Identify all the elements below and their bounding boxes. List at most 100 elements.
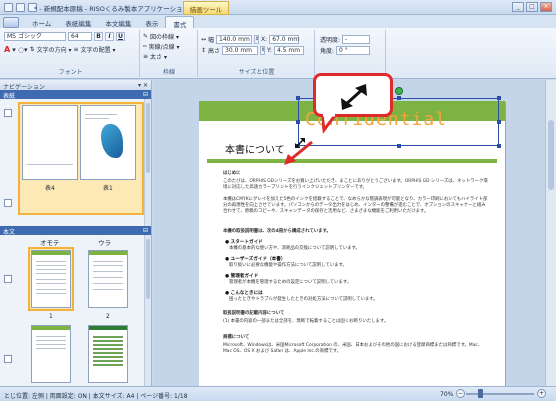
tab-home[interactable]: ホーム <box>25 16 58 28</box>
bullet-start-guide-text: 本機の基本的な使い方や、消耗品の交換について説明しています。 <box>229 246 360 251</box>
undo-icon[interactable] <box>16 3 25 12</box>
underline-button[interactable]: U <box>116 32 125 41</box>
rotate-handle[interactable] <box>395 87 403 95</box>
collapse-icon-body[interactable]: ⊟ <box>143 227 148 234</box>
paragraph-2: 本機はCMYKにグレイを加えた5色のインクを搭載することで、なめらかな階調表現が… <box>223 197 488 214</box>
cover-section-label: 表紙 <box>3 93 16 100</box>
cover-section-header: 表紙 ⊟ <box>0 90 151 100</box>
resize-handle-w[interactable] <box>296 120 300 124</box>
save-icon[interactable] <box>4 3 13 12</box>
zoom-in-icon[interactable]: + <box>537 389 546 398</box>
bullet-troubleshoot: ● こんなときには <box>225 291 263 296</box>
width-input[interactable]: 140.0 mm <box>216 35 253 44</box>
x-label: X: <box>261 36 268 43</box>
shape-outline-button[interactable]: 図の枠線 ▾ <box>150 32 179 41</box>
resize-handle-n[interactable] <box>397 96 401 100</box>
text-align-icon: ≡ <box>73 46 79 53</box>
height-icon: ↕ <box>201 47 207 54</box>
transparency-select[interactable]: - <box>342 35 371 44</box>
minimize-icon[interactable]: _ <box>512 2 524 12</box>
front-column-title: オモテ <box>40 239 60 247</box>
resize-handle-ne[interactable] <box>497 96 501 100</box>
width-spinner[interactable]: ⇕ <box>254 35 259 44</box>
bullet-start-guide: ● スタートガイド <box>225 240 263 245</box>
bold-button[interactable]: B <box>94 32 103 41</box>
page-3-checkbox[interactable] <box>4 355 12 363</box>
resize-cursor-icon <box>295 138 305 148</box>
body-section-header: 本文 ⊟ <box>0 226 151 236</box>
cover-front-thumbnail[interactable] <box>80 105 136 180</box>
angle-input[interactable]: 0 ° <box>336 46 371 55</box>
cover-scrollbar[interactable] <box>144 99 151 226</box>
transparency-group: 透明度: - 角度: 0 ° <box>316 30 386 77</box>
close-icon[interactable]: × <box>540 2 552 12</box>
page-label-2: 2 <box>106 313 110 320</box>
window-controls: _ □ × <box>512 2 552 12</box>
cover-label-back: 表4 <box>45 185 55 192</box>
highlight-icon[interactable]: ▾ ◌▾ <box>12 46 27 54</box>
size-position-group-label: サイズと位置 <box>238 69 275 76</box>
font-group: MS ゴシック 64 B I U A ▾ ◌▾ ⇅ 文字の方向 ▾ ≡ 文字の配… <box>2 30 140 77</box>
page-2-thumbnail[interactable] <box>88 250 128 308</box>
cover-checkbox[interactable] <box>4 109 12 117</box>
quick-access-toolbar <box>4 3 37 12</box>
x-position-input[interactable]: 67.0 mm <box>269 35 300 44</box>
dash-style-button[interactable]: 実線/点線 ▾ <box>149 42 180 51</box>
cover-label-front: 表1 <box>103 185 113 192</box>
border-group: ✎ 図の枠線 ▾ ┅ 実線/点線 ▾ ≡ 太さ ▾ 枠線 <box>141 30 198 77</box>
page-1-thumbnail[interactable] <box>31 250 71 308</box>
zoom-slider[interactable] <box>466 393 534 395</box>
resize-handle-s[interactable] <box>397 144 401 148</box>
line-weight-button[interactable]: 太さ ▾ <box>150 52 167 61</box>
app-menu-button[interactable] <box>3 17 19 28</box>
maximize-icon[interactable]: □ <box>526 2 538 12</box>
cover-back-thumbnail[interactable] <box>22 105 78 180</box>
bullet-admin-guide: ● 管理者ガイド <box>225 274 259 279</box>
workspace-vertical-scrollbar[interactable] <box>545 80 556 386</box>
tab-cover-edit[interactable]: 表紙編集 <box>58 16 98 28</box>
height-input[interactable]: 30.0 mm <box>222 46 259 55</box>
height-spinner[interactable]: ⇕ <box>260 46 265 55</box>
navigation-title: ナビゲーション <box>3 84 45 91</box>
zoom-slider-handle[interactable] <box>478 389 483 398</box>
resize-handle-e[interactable] <box>497 120 501 124</box>
body-scrollbar[interactable] <box>144 235 151 395</box>
text-align-button[interactable]: 文字の配置 ▾ <box>81 45 116 54</box>
ribbon-tabs: ホーム 表紙編集 本文編集 表示 書式 <box>0 15 556 29</box>
status-bar: とじ位置: 左側 | 両面設定: ON | 本文サイズ: A4 | ページ番号:… <box>0 386 556 401</box>
y-position-input[interactable]: 4.5 mm <box>273 46 304 55</box>
tab-body-edit[interactable]: 本文編集 <box>98 16 138 28</box>
bullet-admin-guide-text: 管理者が本機を管理するための設定について説明しています。 <box>229 280 352 285</box>
page-3-thumbnail[interactable] <box>31 325 71 383</box>
width-label: 幅 <box>208 37 215 44</box>
panel-pin-close-icons[interactable]: ▾ ✕ <box>138 82 148 89</box>
height-label: 高さ <box>208 48 221 55</box>
text-direction-button[interactable]: 文字の方向 ▾ <box>37 45 72 54</box>
navigation-panel: ナビゲーション ▾ ✕ 表紙 ⊟ 表4 表1 本文 ⊟ オモテ ウラ 1 2 <box>0 80 152 395</box>
bullet-users-guide-text: 取り扱いに必要な機能や操作方法について説明しています。 <box>229 263 347 268</box>
page-4-thumbnail[interactable] <box>88 325 128 383</box>
width-icon: ↔ <box>201 36 207 43</box>
resize-handle-se[interactable] <box>497 144 501 148</box>
shape-outline-icon: ✎ <box>143 33 149 40</box>
font-size-select[interactable]: 64 <box>68 32 92 41</box>
italic-button[interactable]: I <box>105 32 114 41</box>
line-weight-icon: ≡ <box>143 53 149 60</box>
cover-checkbox-2[interactable] <box>4 199 12 207</box>
collapse-icon[interactable]: ⊟ <box>143 91 148 98</box>
paragraph-3: 本機の取扱説明書は、次の4冊から構成されています。 <box>223 229 331 234</box>
font-name-select[interactable]: MS ゴシック <box>4 32 66 41</box>
page-1-checkbox[interactable] <box>4 275 12 283</box>
body-section-label: 本文 <box>3 229 16 236</box>
cover-thumbnails: 表4 表1 <box>0 99 151 226</box>
dash-style-icon: ┅ <box>143 43 147 50</box>
title-bar: * - 新規配本原稿 - RISOくるみ製本アプリケーション 描画ツール _ □… <box>0 0 556 15</box>
zoom-out-icon[interactable]: − <box>456 389 465 398</box>
border-group-label: 枠線 <box>162 69 175 76</box>
angle-label: 角度: <box>320 48 335 55</box>
resize-handle-nw[interactable] <box>296 96 300 100</box>
font-color-icon[interactable]: A <box>4 45 10 54</box>
drawing-tools-context-tab: 描画ツール <box>183 1 229 15</box>
tab-view[interactable]: 表示 <box>138 16 165 28</box>
tab-format[interactable]: 書式 <box>165 16 195 29</box>
